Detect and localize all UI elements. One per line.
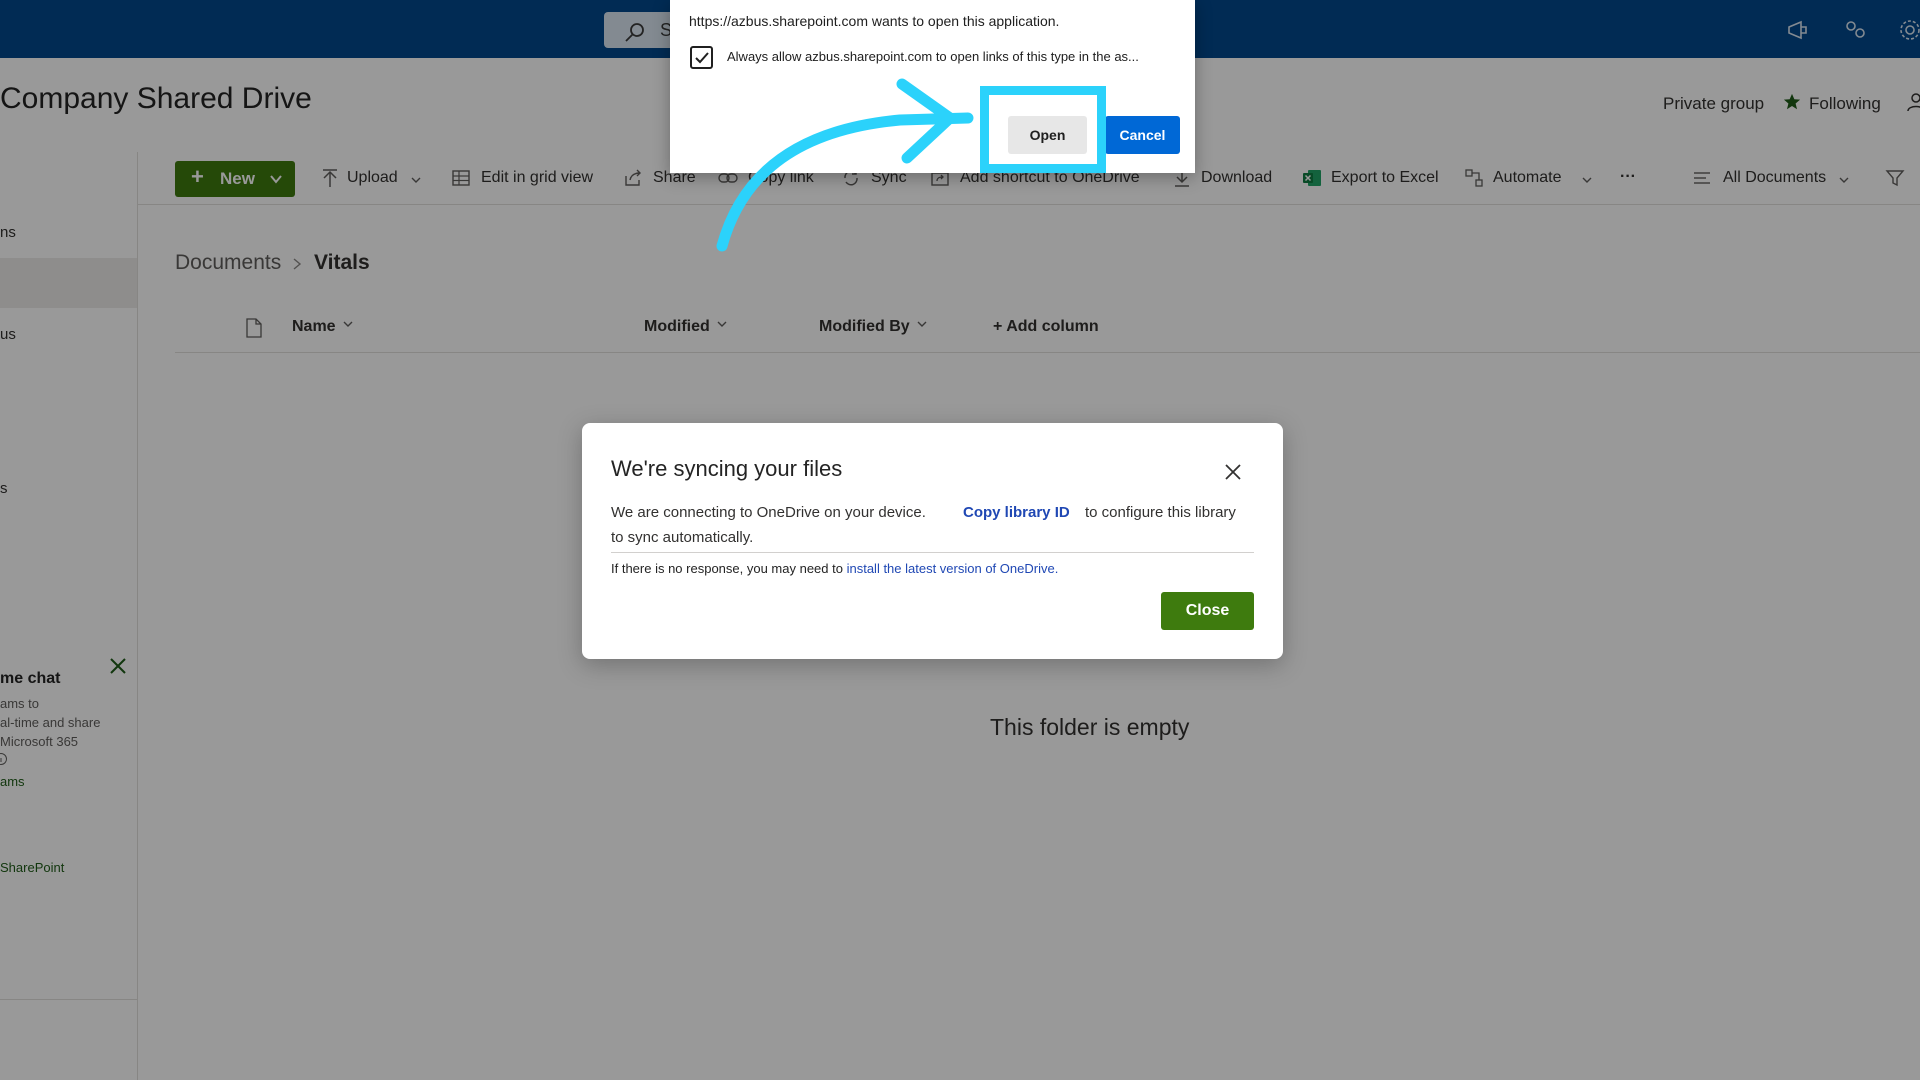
sync-note: If there is no response, you may need to… [611,561,1058,576]
sync-dialog: We're syncing your files We are connecti… [582,423,1283,659]
arrow-icon [716,78,974,252]
sync-body-text: We are connecting to OneDrive on your de… [611,504,926,521]
install-onedrive-link[interactable]: install the latest version of OneDrive. [847,561,1059,576]
prompt-message: https://azbus.sharepoint.com wants to op… [689,13,1060,29]
highlight-box [980,86,1106,173]
sync-note-text: If there is no response, you may need to [611,561,847,576]
sync-divider [611,552,1254,553]
close-icon[interactable] [1224,463,1242,481]
close-button[interactable]: Close [1161,592,1254,630]
sync-body-text: to configure this library [1085,504,1236,521]
checkmark-icon [695,52,709,64]
copy-library-id-link[interactable]: Copy library ID [963,504,1070,521]
always-allow-checkbox[interactable] [690,46,713,69]
sync-body-text: to sync automatically. [611,529,754,546]
always-allow-label: Always allow azbus.sharepoint.com to ope… [727,49,1139,64]
cancel-button[interactable]: Cancel [1105,116,1180,154]
sync-dialog-title: We're syncing your files [611,456,843,481]
